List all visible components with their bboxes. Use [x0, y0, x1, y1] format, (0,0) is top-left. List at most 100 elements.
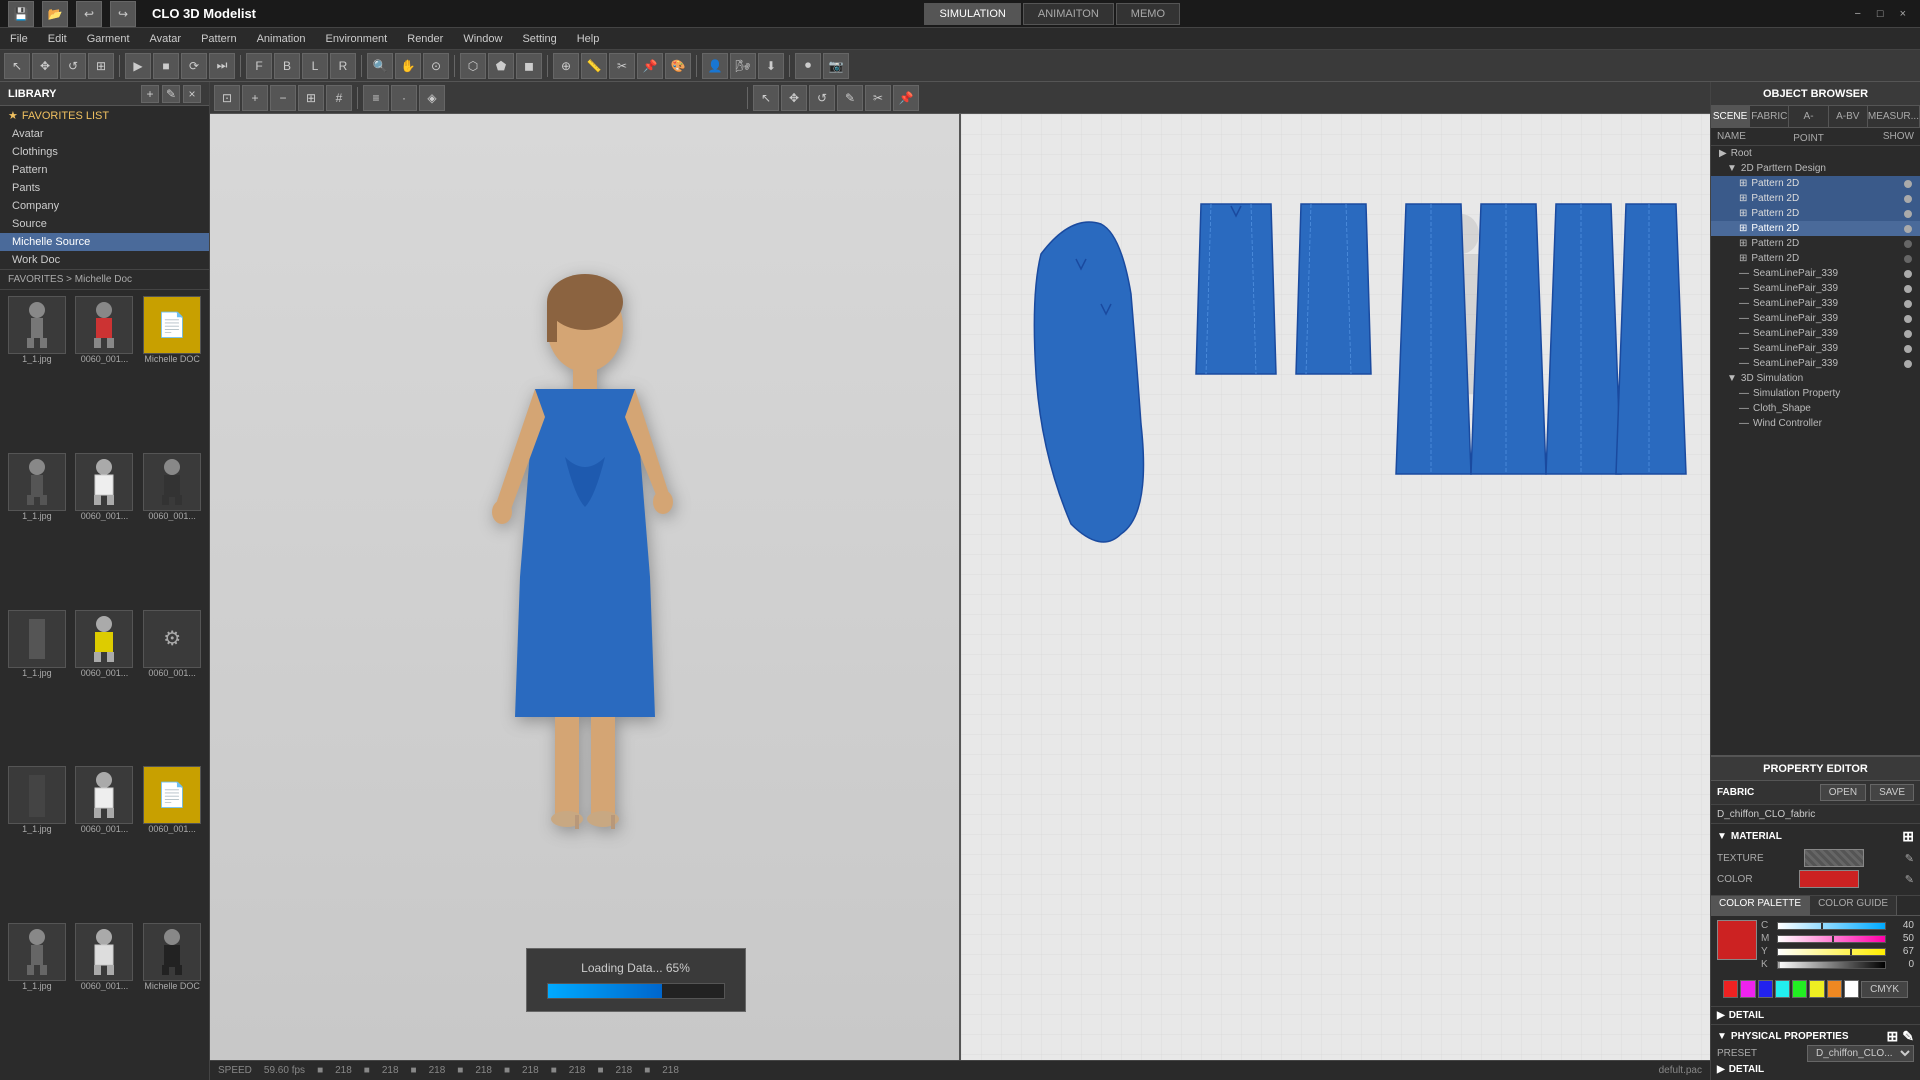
view-point-btn[interactable]: · — [391, 85, 417, 111]
swatch-blue[interactable] — [1758, 980, 1773, 998]
list-item[interactable]: ⚙ 0060_001... — [139, 608, 205, 763]
phys-props-toggle[interactable]: ▼ PHYSICAL PROPERTIES ⊞ ✎ — [1717, 1028, 1914, 1045]
list-item[interactable]: 1_1.jpg — [4, 764, 70, 919]
list-item[interactable]: 1_1.jpg — [4, 921, 70, 1076]
list-item[interactable]: 1_1.jpg — [4, 294, 70, 449]
menu-pattern[interactable]: Pattern — [191, 31, 246, 47]
view-seam-btn[interactable]: ≡ — [363, 85, 389, 111]
save-button[interactable]: SAVE — [1870, 784, 1914, 801]
list-item[interactable]: 1_1.jpg — [4, 451, 70, 606]
2d-pin-btn[interactable]: 📌 — [893, 85, 919, 111]
toolbar-garment-color[interactable]: 🎨 — [665, 53, 691, 79]
list-item[interactable]: 0060_001... — [72, 921, 138, 1076]
tree-2d-pattern-design[interactable]: ▼2D Parttern Design — [1711, 161, 1920, 176]
tree-seamline-1[interactable]: —SeamLinePair_339 — [1711, 266, 1920, 281]
2d-seam-btn[interactable]: ✂ — [865, 85, 891, 111]
tree-root[interactable]: ▶Root — [1711, 146, 1920, 161]
swatch-orange[interactable] — [1827, 980, 1842, 998]
toolbar-avatar-tool[interactable]: 👤 — [702, 53, 728, 79]
swatch-green[interactable] — [1792, 980, 1807, 998]
material-expand[interactable]: ⊞ — [1902, 828, 1914, 845]
favorites-label[interactable]: ★ FAVORITES LIST — [0, 106, 209, 125]
toolbar-pan[interactable]: ✋ — [395, 53, 421, 79]
save-icon[interactable]: 💾 — [8, 1, 34, 27]
toolbar-view-right[interactable]: R — [330, 53, 356, 79]
list-item[interactable]: 0060_001... — [72, 294, 138, 449]
preset-select[interactable]: D_chiffon_CLO... — [1807, 1045, 1914, 1062]
3d-viewport[interactable]: Loading Data... 65% — [210, 114, 961, 1060]
toolbar-sim-stop[interactable]: ■ — [153, 53, 179, 79]
nav-clothings[interactable]: Clothings — [0, 143, 209, 161]
c-slider[interactable] — [1777, 922, 1886, 930]
k-slider[interactable] — [1777, 961, 1886, 969]
tree-3d-simulation[interactable]: ▼3D Simulation — [1711, 371, 1920, 386]
tree-pattern-2d-5[interactable]: ⊞Pattern 2D — [1711, 236, 1920, 251]
tree-pattern-2d-4[interactable]: ⊞Pattern 2D — [1711, 221, 1920, 236]
toolbar-zoom[interactable]: 🔍 — [367, 53, 393, 79]
menu-environment[interactable]: Environment — [315, 31, 397, 47]
view-grid-btn[interactable]: # — [326, 85, 352, 111]
view-zoom-out-btn[interactable]: − — [270, 85, 296, 111]
swatch-white[interactable] — [1844, 980, 1859, 998]
list-item[interactable]: 📄 Michelle DOC — [139, 294, 205, 449]
texture-swatch[interactable] — [1804, 849, 1864, 867]
toolbar-view-front[interactable]: F — [246, 53, 272, 79]
tab-memo[interactable]: MEMO — [1116, 3, 1180, 25]
swatch-red[interactable] — [1723, 980, 1738, 998]
menu-garment[interactable]: Garment — [77, 31, 140, 47]
nav-michelle-source[interactable]: Michelle Source — [0, 233, 209, 251]
menu-setting[interactable]: Setting — [512, 31, 566, 47]
cmyk-color-preview[interactable] — [1717, 920, 1757, 960]
2d-rotate-btn[interactable]: ↺ — [809, 85, 835, 111]
swatch-magenta[interactable] — [1740, 980, 1755, 998]
nav-pants[interactable]: Pants — [0, 179, 209, 197]
view-zoom-in-btn[interactable]: + — [242, 85, 268, 111]
cmyk-button[interactable]: CMYK — [1861, 981, 1908, 998]
tree-wind-controller[interactable]: —Wind Controller — [1711, 416, 1920, 431]
tab-a-bv[interactable]: A-BV — [1829, 106, 1868, 127]
toolbar-rotate3d[interactable]: ↺ — [60, 53, 86, 79]
toolbar-gravity[interactable]: ⬇ — [758, 53, 784, 79]
phys-edit-icon[interactable]: ✎ — [1902, 1028, 1914, 1045]
view-stress-btn[interactable]: ◈ — [419, 85, 445, 111]
tree-cloth-shape[interactable]: —Cloth_Shape — [1711, 401, 1920, 416]
tree-pattern-2d-2[interactable]: ⊞Pattern 2D — [1711, 191, 1920, 206]
list-item[interactable]: 0060_001... — [139, 451, 205, 606]
open-icon[interactable]: 📂 — [42, 1, 68, 27]
menu-avatar[interactable]: Avatar — [140, 31, 192, 47]
redo-icon[interactable]: ↪ — [110, 1, 136, 27]
toolbar-measure[interactable]: 📏 — [581, 53, 607, 79]
toolbar-screenshot[interactable]: 📷 — [823, 53, 849, 79]
swatch-cyan[interactable] — [1775, 980, 1790, 998]
toolbar-view-left[interactable]: L — [302, 53, 328, 79]
tab-scene[interactable]: SCENE — [1711, 106, 1750, 127]
toolbar-solid[interactable]: ◼ — [516, 53, 542, 79]
tab-color-palette[interactable]: COLOR PALETTE — [1711, 896, 1810, 915]
minimize-btn[interactable]: − — [1848, 6, 1866, 22]
tree-seamline-2[interactable]: —SeamLinePair_339 — [1711, 281, 1920, 296]
undo-icon[interactable]: ↩ — [76, 1, 102, 27]
toolbar-select[interactable]: ↖ — [4, 53, 30, 79]
tab-a-point[interactable]: A-POINT — [1789, 106, 1828, 127]
texture-edit-icon[interactable]: ✎ — [1905, 852, 1914, 865]
menu-edit[interactable]: Edit — [38, 31, 77, 47]
list-item[interactable]: 📄 0060_001... — [139, 764, 205, 919]
toolbar-sim-reset[interactable]: ⟳ — [181, 53, 207, 79]
lib-edit-btn[interactable]: ✎ — [162, 85, 180, 103]
tab-color-guide[interactable]: COLOR GUIDE — [1810, 896, 1897, 915]
toolbar-scale[interactable]: ⊞ — [88, 53, 114, 79]
2d-move-btn[interactable]: ✥ — [781, 85, 807, 111]
menu-help[interactable]: Help — [567, 31, 610, 47]
list-item[interactable]: 1_1.jpg — [4, 608, 70, 763]
toolbar-pin[interactable]: 📌 — [637, 53, 663, 79]
maximize-btn[interactable]: □ — [1871, 6, 1890, 22]
list-item[interactable]: 0060_001... — [72, 451, 138, 606]
tab-fabric[interactable]: FABRIC — [1750, 106, 1789, 127]
toolbar-mesh[interactable]: ⬡ — [460, 53, 486, 79]
nav-company[interactable]: Company — [0, 197, 209, 215]
lib-delete-btn[interactable]: × — [183, 85, 201, 103]
m-slider[interactable] — [1777, 935, 1886, 943]
nav-work-doc[interactable]: Work Doc — [0, 251, 209, 269]
list-item[interactable]: Michelle DOC — [139, 921, 205, 1076]
close-btn[interactable]: × — [1894, 6, 1912, 22]
